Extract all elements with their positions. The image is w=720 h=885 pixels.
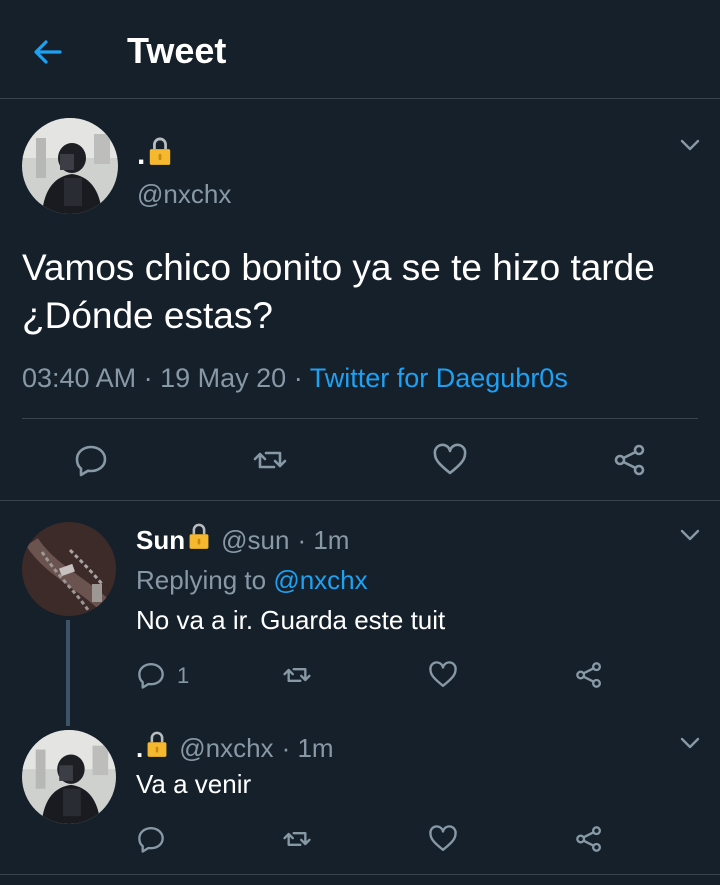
like-icon[interactable]: [428, 660, 458, 690]
tweet-text: Vamos chico bonito ya se te hizo tarde ¿…: [22, 247, 655, 336]
tweet-date: 19 May 20: [160, 363, 287, 393]
avatar[interactable]: [22, 118, 118, 214]
reply-icon[interactable]: [136, 660, 166, 690]
share-icon[interactable]: [574, 824, 604, 854]
reply-icon[interactable]: [73, 442, 109, 478]
tweet-meta: 03:40 AM · 19 May 20 · Twitter for Daegu…: [22, 360, 568, 396]
share-icon[interactable]: [574, 660, 604, 690]
meta-separator: ·: [143, 363, 153, 393]
reply-count: 1: [177, 663, 190, 688]
author-display-name: .: [137, 138, 146, 171]
retweet-icon[interactable]: [282, 824, 312, 854]
reply-age: · 1m: [297, 524, 350, 555]
tweet-source-link[interactable]: Twitter for Daegubr0s: [310, 363, 568, 393]
tweet-time: 03:40 AM: [22, 363, 137, 393]
avatar[interactable]: [22, 730, 116, 824]
chevron-down-icon[interactable]: [679, 138, 701, 152]
reply-age: · 1m: [281, 732, 334, 763]
top-bar: Tweet: [0, 0, 720, 99]
reply-handle: @nxchx: [179, 732, 274, 763]
divider: [22, 418, 698, 419]
lock-icon: [145, 730, 169, 765]
reply-icon[interactable]: [136, 824, 166, 854]
reply-text: No va a ir. Guarda este tuit: [136, 605, 446, 635]
avatar[interactable]: [22, 522, 116, 616]
chevron-down-icon[interactable]: [679, 736, 701, 750]
like-icon[interactable]: [432, 442, 468, 478]
reply-author[interactable]: . @nxchx · 1m: [136, 730, 334, 765]
meta-separator: ·: [293, 363, 303, 393]
reply-text: Va a venir: [136, 769, 252, 799]
back-arrow-icon[interactable]: [30, 34, 66, 70]
lock-icon: [187, 522, 211, 557]
author-name[interactable]: .: [137, 136, 173, 174]
share-icon[interactable]: [612, 442, 648, 478]
replying-to-link[interactable]: @nxchx: [273, 565, 367, 595]
replying-label: Replying to: [136, 565, 267, 595]
reply-handle: @sun: [221, 524, 290, 555]
lock-icon: [147, 136, 173, 174]
like-icon[interactable]: [428, 824, 458, 854]
retweet-icon[interactable]: [282, 660, 312, 690]
reply-author[interactable]: Sun @sun · 1m: [136, 522, 349, 557]
page-title: Tweet: [127, 30, 227, 71]
reply-display-name: Sun: [136, 524, 186, 555]
thread-connector: [66, 620, 70, 726]
replying-to: Replying to @nxchx: [136, 564, 368, 596]
divider: [0, 874, 720, 875]
reply-display-name: .: [136, 732, 144, 763]
divider: [0, 500, 720, 501]
retweet-icon[interactable]: [252, 442, 288, 478]
chevron-down-icon[interactable]: [679, 528, 701, 542]
author-handle[interactable]: @nxchx: [137, 178, 231, 210]
